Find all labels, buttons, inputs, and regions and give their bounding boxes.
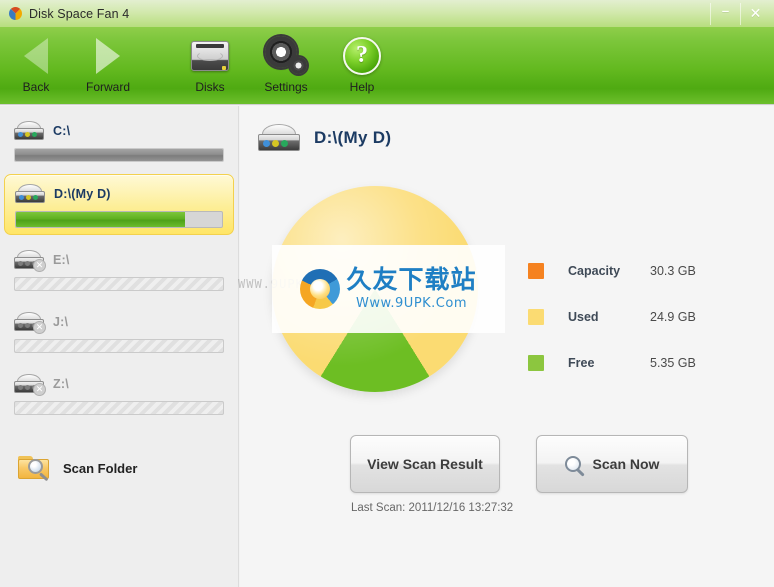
legend-item-capacity: Capacity 30.3 GB bbox=[528, 248, 696, 294]
gears-icon bbox=[262, 33, 309, 79]
toolbar-button-settings[interactable]: Settings bbox=[250, 27, 322, 105]
last-scan-timestamp: Last Scan: 2011/12/16 13:27:32 bbox=[351, 502, 514, 514]
legend-swatch-capacity bbox=[528, 263, 544, 279]
toolbar-button-help[interactable]: ? Help bbox=[326, 27, 398, 105]
folder-search-icon bbox=[18, 455, 51, 482]
hard-drive-unavailable-icon: ✕ bbox=[14, 374, 46, 396]
drive-c-label: C:\ bbox=[53, 124, 71, 138]
app-pie-chart-icon bbox=[8, 6, 23, 21]
hard-disk-icon bbox=[191, 33, 229, 79]
page-title: D:\(My D) bbox=[314, 128, 392, 147]
drive-d-label: D:\(My D) bbox=[54, 187, 111, 201]
close-icon: ✕ bbox=[33, 383, 46, 396]
view-scan-result-button[interactable]: View Scan Result bbox=[350, 435, 500, 493]
toolbar-button-disks[interactable]: Disks bbox=[174, 27, 246, 105]
drive-e-header: ✕ E:\ bbox=[8, 246, 230, 274]
magnifier-icon bbox=[564, 456, 581, 472]
main-toolbar: Back Forward Disks Settings ? Help bbox=[0, 27, 774, 105]
sidebar-item-drive-z[interactable]: ✕ Z:\ bbox=[4, 365, 234, 421]
legend-value-free: 5.35 GB bbox=[650, 356, 696, 370]
question-mark-icon: ? bbox=[343, 33, 381, 79]
toolbar-button-forward[interactable]: Forward bbox=[72, 27, 144, 105]
title-bar: Disk Space Fan 4 – ✕ bbox=[0, 0, 774, 27]
drive-z-label: Z:\ bbox=[53, 377, 69, 391]
disk-usage-pie-chart bbox=[272, 186, 478, 392]
toolbar-label-forward: Forward bbox=[85, 80, 130, 94]
legend-value-capacity: 30.3 GB bbox=[650, 264, 696, 278]
hard-drive-unavailable-icon: ✕ bbox=[14, 250, 46, 272]
drive-z-usage-bar bbox=[14, 401, 224, 415]
view-scan-result-label: View Scan Result bbox=[367, 456, 483, 472]
toolbar-label-back: Back bbox=[22, 80, 50, 94]
hard-drive-unavailable-icon: ✕ bbox=[14, 312, 46, 334]
sidebar-item-scan-folder[interactable]: Scan Folder bbox=[0, 445, 238, 482]
legend-label-capacity: Capacity bbox=[568, 264, 621, 278]
drive-detail-header: D:\(My D) bbox=[240, 106, 774, 152]
drive-j-usage-bar bbox=[14, 339, 224, 353]
legend-item-used: Used 24.9 GB bbox=[528, 294, 696, 340]
minimize-button[interactable]: – bbox=[710, 2, 740, 25]
close-icon: ✕ bbox=[33, 321, 46, 334]
sidebar-item-drive-c[interactable]: C:\ bbox=[4, 112, 234, 168]
close-button[interactable]: ✕ bbox=[740, 2, 770, 25]
scan-folder-label: Scan Folder bbox=[63, 460, 138, 476]
arrow-left-icon bbox=[24, 33, 48, 79]
drive-z-header: ✕ Z:\ bbox=[8, 370, 230, 398]
disk-space-fan-window: Disk Space Fan 4 – ✕ Back Forward Disks bbox=[0, 0, 774, 587]
window-controls: – ✕ bbox=[710, 0, 770, 27]
sidebar-item-drive-j[interactable]: ✕ J:\ bbox=[4, 303, 234, 359]
close-icon: ✕ bbox=[33, 259, 46, 272]
window-title: Disk Space Fan 4 bbox=[29, 6, 130, 21]
drive-detail-panel: D:\(My D) Capacity 30.3 GB Used 24.9 GB … bbox=[240, 106, 774, 587]
hard-drive-icon bbox=[15, 184, 45, 204]
arrow-right-icon bbox=[96, 33, 120, 79]
scan-now-label: Scan Now bbox=[592, 456, 660, 472]
legend-value-used: 24.9 GB bbox=[650, 310, 696, 324]
legend-label-used: Used bbox=[568, 310, 599, 324]
hard-drive-icon bbox=[258, 124, 300, 152]
chart-legend: Capacity 30.3 GB Used 24.9 GB Free 5.35 … bbox=[528, 248, 696, 386]
toolbar-label-disks: Disks bbox=[195, 80, 225, 94]
drive-e-usage-bar bbox=[14, 277, 224, 291]
drive-j-label: J:\ bbox=[53, 315, 69, 329]
toolbar-label-help: Help bbox=[349, 80, 375, 94]
hard-drive-icon bbox=[14, 121, 44, 141]
legend-label-free: Free bbox=[568, 356, 595, 370]
toolbar-button-back[interactable]: Back bbox=[0, 27, 72, 105]
pie-chart-canvas bbox=[272, 186, 478, 392]
sidebar-item-drive-e[interactable]: ✕ E:\ bbox=[4, 241, 234, 297]
scan-now-button[interactable]: Scan Now bbox=[536, 435, 688, 493]
legend-swatch-free bbox=[528, 355, 544, 371]
drive-e-label: E:\ bbox=[53, 253, 70, 267]
sidebar-item-drive-d[interactable]: D:\(My D) bbox=[4, 174, 234, 235]
drive-c-usage-bar bbox=[14, 148, 224, 162]
legend-swatch-used bbox=[528, 309, 544, 325]
toolbar-label-settings: Settings bbox=[264, 80, 308, 94]
drive-d-usage-bar bbox=[15, 211, 223, 228]
drive-j-header: ✕ J:\ bbox=[8, 308, 230, 336]
action-button-row: View Scan Result Scan Now bbox=[350, 435, 688, 493]
drive-d-header: D:\(My D) bbox=[9, 180, 229, 208]
legend-item-free: Free 5.35 GB bbox=[528, 340, 696, 386]
drive-c-header: C:\ bbox=[8, 117, 230, 145]
drive-list-sidebar[interactable]: C:\ D:\(My D) ✕ E:\ ✕ J:\ ✕ Z:\ Scan Fol… bbox=[0, 106, 239, 587]
